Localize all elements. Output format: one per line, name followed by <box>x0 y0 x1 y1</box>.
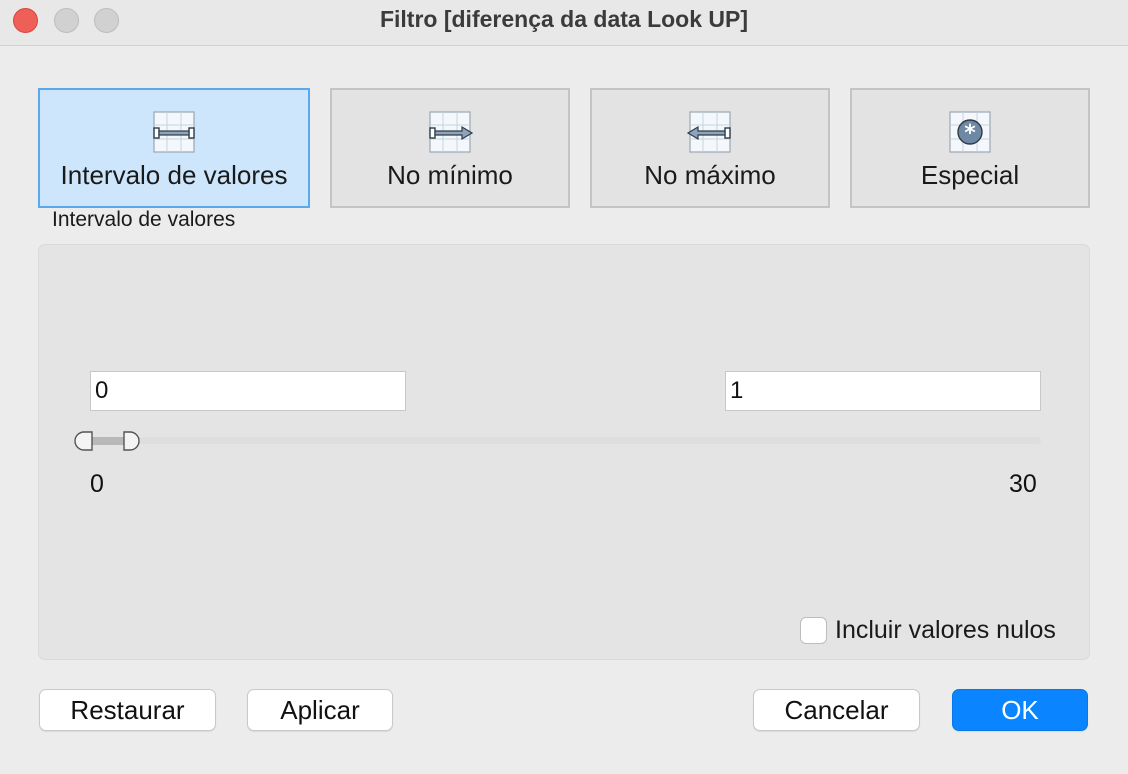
title-bar: Filtro [diferença da data Look UP] <box>0 0 1128 46</box>
mode-at-least-button[interactable]: No mínimo <box>330 88 570 208</box>
window-title: Filtro [diferença da data Look UP] <box>379 6 749 32</box>
mode-at-least-label: No mínimo <box>387 160 513 190</box>
cancel-button[interactable]: Cancelar <box>753 689 920 731</box>
apply-button[interactable]: Aplicar <box>247 689 393 731</box>
mode-at-most-button[interactable]: No máximo <box>590 88 830 208</box>
range-icon <box>153 111 195 153</box>
at-least-icon <box>429 111 474 153</box>
mode-range-button[interactable]: Intervalo de valores <box>38 88 310 208</box>
filter-dialog: Filtro [diferença da data Look UP] Inter… <box>0 0 1128 774</box>
include-nulls-option[interactable]: Incluir valores nulos <box>800 616 1056 645</box>
range-slider-handles[interactable] <box>74 430 144 452</box>
include-nulls-label: Incluir valores nulos <box>835 616 1056 644</box>
ok-button[interactable]: OK <box>952 689 1088 731</box>
mode-special-button[interactable]: * Especial <box>850 88 1090 208</box>
axis-min-label: 0 <box>90 470 104 498</box>
min-value-input[interactable] <box>90 371 406 411</box>
section-label: Intervalo de valores <box>52 208 236 231</box>
range-panel <box>38 244 1090 660</box>
at-most-icon <box>686 111 731 153</box>
special-icon: * <box>949 111 991 153</box>
axis-max-label: 30 <box>1009 470 1037 498</box>
slider-track[interactable] <box>76 437 1041 444</box>
max-value-input[interactable] <box>725 371 1041 411</box>
mode-range-label: Intervalo de valores <box>60 160 288 190</box>
svg-text:*: * <box>964 121 976 146</box>
reset-button[interactable]: Restaurar <box>39 689 216 731</box>
mode-at-most-label: No máximo <box>644 160 776 190</box>
mode-special-label: Especial <box>920 160 1020 190</box>
include-nulls-checkbox[interactable] <box>800 617 827 644</box>
